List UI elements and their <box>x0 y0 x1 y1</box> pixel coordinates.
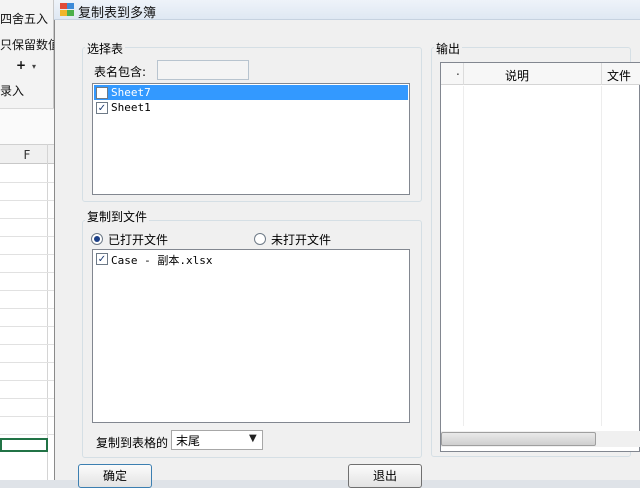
position-label: 复制到表格的 <box>96 436 169 450</box>
sheet-name: Sheet1 <box>111 101 151 114</box>
grid-line <box>0 200 54 201</box>
grid-line <box>0 290 54 291</box>
grid-line <box>0 272 54 273</box>
output-label: 输出 <box>434 40 463 57</box>
exit-button[interactable]: 退出 <box>348 464 422 488</box>
ribbon-round-item[interactable]: 四舍五入 <box>0 10 48 27</box>
grid-line <box>0 182 54 183</box>
output-column-file[interactable]: 文件 <box>607 67 631 84</box>
radio-open-files-label[interactable]: 已打开文件 <box>108 231 168 248</box>
grid-line <box>47 144 48 480</box>
ok-button[interactable]: 确定 <box>78 464 152 488</box>
column-header-f[interactable]: F <box>0 144 54 164</box>
radio-selected-dot <box>94 236 100 242</box>
dialog-title: 复制表到多簿 <box>78 6 157 21</box>
grid-line <box>0 398 54 399</box>
app-icon <box>60 3 74 16</box>
file-checkbox[interactable]: ✓ <box>96 253 108 265</box>
file-list[interactable] <box>92 249 410 423</box>
sheet-name: Sheet7 <box>111 86 151 99</box>
scrollbar-thumb[interactable] <box>441 432 596 446</box>
grid-line <box>0 218 54 219</box>
grid-line <box>0 308 54 309</box>
sheet-checkbox[interactable]: ✓ <box>96 102 108 114</box>
grid-line <box>0 344 54 345</box>
grid-line <box>0 362 54 363</box>
excel-background: 四舍五入 只保留数值 + ▾ 录入 F <box>0 0 54 480</box>
copy-to-file-label: 复制到文件 <box>85 208 150 225</box>
chevron-down-icon[interactable]: ▼ <box>249 433 257 444</box>
position-dropdown-value: 末尾 <box>176 434 201 448</box>
grid-line <box>0 380 54 381</box>
selected-cell[interactable] <box>0 438 48 452</box>
output-column-description[interactable]: 说明 <box>505 67 529 84</box>
column-divider[interactable] <box>463 63 464 85</box>
chevron-down-icon[interactable]: ▾ <box>32 62 36 71</box>
grid-line <box>0 236 54 237</box>
radio-unopened-files[interactable] <box>254 233 266 245</box>
output-listview[interactable] <box>440 62 640 452</box>
sheet-filter-input[interactable] <box>157 60 249 80</box>
ribbon-entry-item[interactable]: 录入 <box>0 82 24 99</box>
column-guide <box>463 86 464 426</box>
ribbon-plus-icon[interactable]: + <box>16 58 26 72</box>
grid-line <box>0 416 54 417</box>
sheet-checkbox[interactable] <box>96 87 108 99</box>
column-guide <box>601 86 602 426</box>
grid-line <box>0 434 54 435</box>
file-name: Case - 副本.xlsx <box>111 254 213 267</box>
radio-unopened-files-label[interactable]: 未打开文件 <box>271 231 331 248</box>
excel-formula-area <box>0 108 54 144</box>
grid-line <box>0 326 54 327</box>
sheet-filter-label: 表名包含: <box>94 65 147 79</box>
radio-open-files[interactable] <box>91 233 103 245</box>
grid-line <box>0 254 54 255</box>
column-divider[interactable] <box>601 63 602 85</box>
ribbon-keep-values-item[interactable]: 只保留数值 <box>0 36 54 53</box>
select-sheets-label: 选择表 <box>85 40 126 57</box>
